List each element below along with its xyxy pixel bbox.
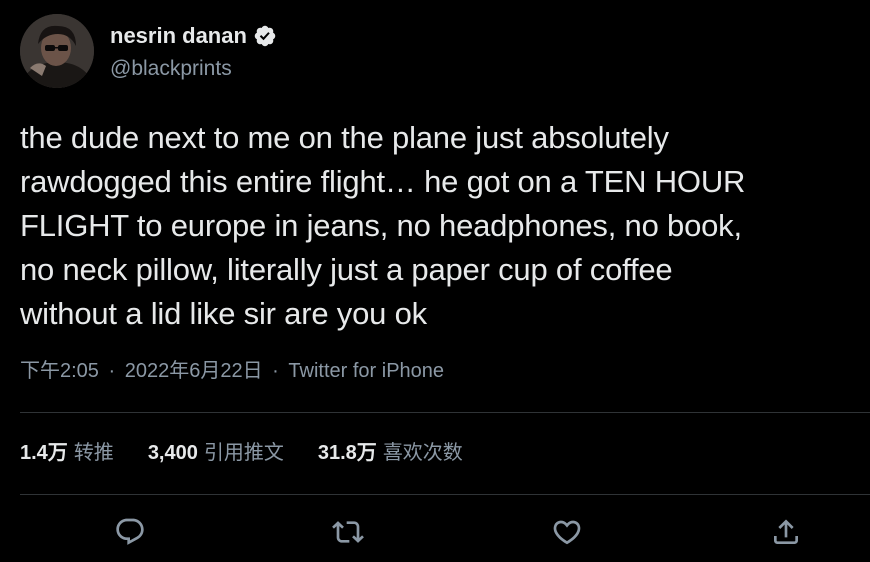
tweet-meta: 下午2:05 · 2022年6月22日 · Twitter for iPhone — [20, 357, 444, 385]
retweet-icon — [332, 521, 364, 543]
likes-count: 31.8万 — [317, 442, 377, 464]
verified-badge-icon — [253, 24, 277, 48]
quotes-count: 3,400 — [147, 442, 198, 464]
retweet-button[interactable] — [328, 512, 368, 552]
meta-separator: · — [108, 360, 116, 382]
reply-icon — [116, 518, 144, 545]
author-handle[interactable]: @blackprints — [110, 56, 232, 82]
author-display-name[interactable]: nesrin danan — [110, 22, 247, 50]
share-button[interactable] — [766, 512, 806, 552]
likes-stat[interactable]: 31.8万 喜欢次数 — [318, 438, 463, 468]
avatar-image — [20, 14, 94, 88]
quotes-label: 引用推文 — [203, 442, 284, 464]
quotes-stat[interactable]: 3,400 引用推文 — [148, 438, 284, 468]
tweet-text: the dude next to me on the plane just ab… — [20, 120, 746, 331]
author-name-row[interactable]: nesrin danan — [110, 22, 277, 50]
tweet-date[interactable]: 2022年6月22日 — [125, 360, 263, 382]
retweets-count: 1.4万 — [20, 442, 68, 464]
likes-label: 喜欢次数 — [382, 442, 463, 464]
meta-separator: · — [272, 360, 279, 382]
heart-icon — [553, 520, 581, 545]
tweet-detail: nesrin danan @blackprints the dude next … — [0, 0, 870, 562]
divider — [20, 494, 870, 495]
avatar[interactable] — [20, 14, 94, 88]
reply-button[interactable] — [110, 512, 150, 552]
like-button[interactable] — [547, 512, 587, 552]
retweets-label: 转推 — [73, 442, 114, 464]
share-icon — [774, 519, 798, 544]
divider — [20, 412, 870, 413]
retweets-stat[interactable]: 1.4万 转推 — [20, 438, 114, 468]
tweet-time[interactable]: 下午2:05 — [20, 360, 99, 382]
tweet-source[interactable]: Twitter for iPhone — [288, 360, 444, 382]
tweet-stats: 1.4万 转推 3,400 引用推文 31.8万 喜欢次数 — [20, 438, 463, 468]
